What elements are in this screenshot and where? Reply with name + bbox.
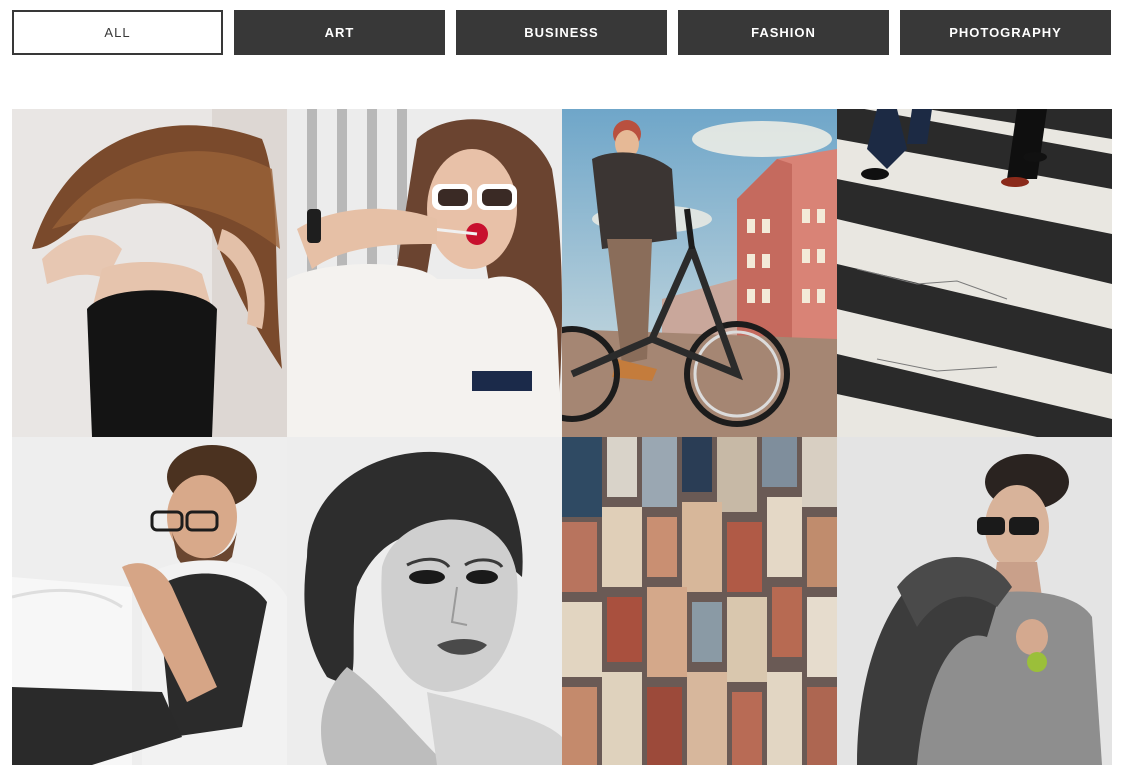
- woman-sunglasses-lollipop-photo: [287, 109, 562, 437]
- man-glasses-jacket-over-shoulder-photo: [837, 437, 1112, 765]
- gallery-item-man-bicycle[interactable]: [562, 109, 837, 437]
- crosswalk-pedestrians-photo: [837, 109, 1112, 437]
- gallery-item-bearded-man[interactable]: [12, 437, 287, 765]
- aerial-city-skyscrapers-photo: [562, 437, 837, 765]
- bearded-man-glasses-sofa-photo: [12, 437, 287, 765]
- gallery-item-woman-sunglasses[interactable]: [287, 109, 562, 437]
- filter-business-button[interactable]: BUSINESS: [456, 10, 667, 55]
- filter-bar: ALL ART BUSINESS FASHION PHOTOGRAPHY: [12, 10, 1111, 55]
- filter-photography-button[interactable]: PHOTOGRAPHY: [900, 10, 1111, 55]
- gallery-item-aerial-city[interactable]: [562, 437, 837, 765]
- gallery-item-bw-portrait[interactable]: [287, 437, 562, 765]
- woman-flipping-hair-photo: [12, 109, 287, 437]
- filter-all-button[interactable]: ALL: [12, 10, 223, 55]
- man-on-bicycle-city-photo: [562, 109, 837, 437]
- filter-fashion-button[interactable]: FASHION: [678, 10, 889, 55]
- portfolio-grid: [12, 109, 1112, 765]
- gallery-item-woman-hair[interactable]: [12, 109, 287, 437]
- black-and-white-woman-portrait-photo: [287, 437, 562, 765]
- gallery-item-crosswalk[interactable]: [837, 109, 1112, 437]
- gallery-item-man-jacket[interactable]: [837, 437, 1112, 765]
- filter-art-button[interactable]: ART: [234, 10, 445, 55]
